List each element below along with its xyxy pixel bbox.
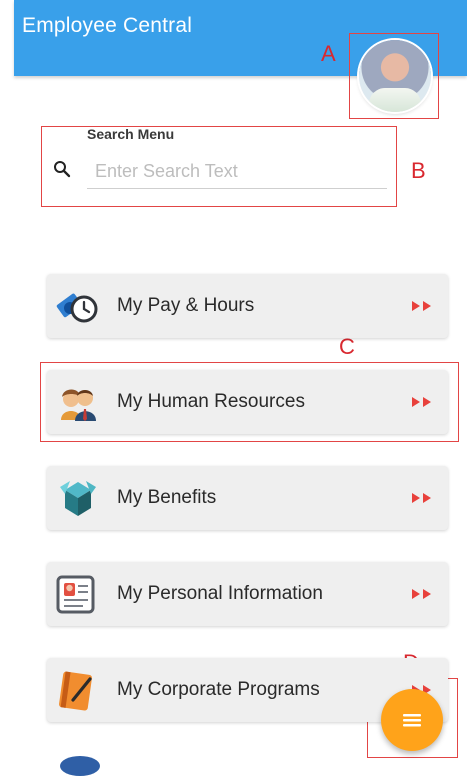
double-chevron-right-icon [412,493,431,503]
menu-item-personal-information[interactable]: My Personal Information [47,562,448,626]
menu-item-label: My Pay & Hours [117,295,255,316]
people-icon [61,389,96,421]
annotation-box-a [349,33,439,119]
annotation-marker-b: B [411,158,426,183]
search-icon [54,161,71,178]
menu-item-label: My Corporate Programs [117,679,320,700]
menu-item-pay-hours[interactable]: My Pay & Hours [47,274,448,338]
partially-visible-menu-icon [60,756,100,776]
menu-item-benefits[interactable]: My Benefits [47,466,448,530]
menu-item-label: My Personal Information [117,583,323,604]
money-clock-icon [56,293,98,323]
gift-box-icon [60,481,96,516]
menu-item-human-resources[interactable]: My Human Resources [47,370,448,434]
annotation-marker-c: C [339,334,355,359]
menu-item-label: My Human Resources [117,391,305,412]
menu-fab-button[interactable] [381,689,443,751]
id-card-icon [56,575,95,614]
notebook-pen-icon [59,671,92,711]
search-label: Search Menu [87,126,175,142]
search-input[interactable] [87,155,387,189]
double-chevron-right-icon [412,589,431,599]
app-title: Employee Central [22,14,193,37]
menu-icon [403,714,421,727]
annotation-marker-a: A [321,41,336,66]
double-chevron-right-icon [412,397,431,407]
double-chevron-right-icon [412,301,431,311]
menu-item-label: My Benefits [117,487,217,508]
